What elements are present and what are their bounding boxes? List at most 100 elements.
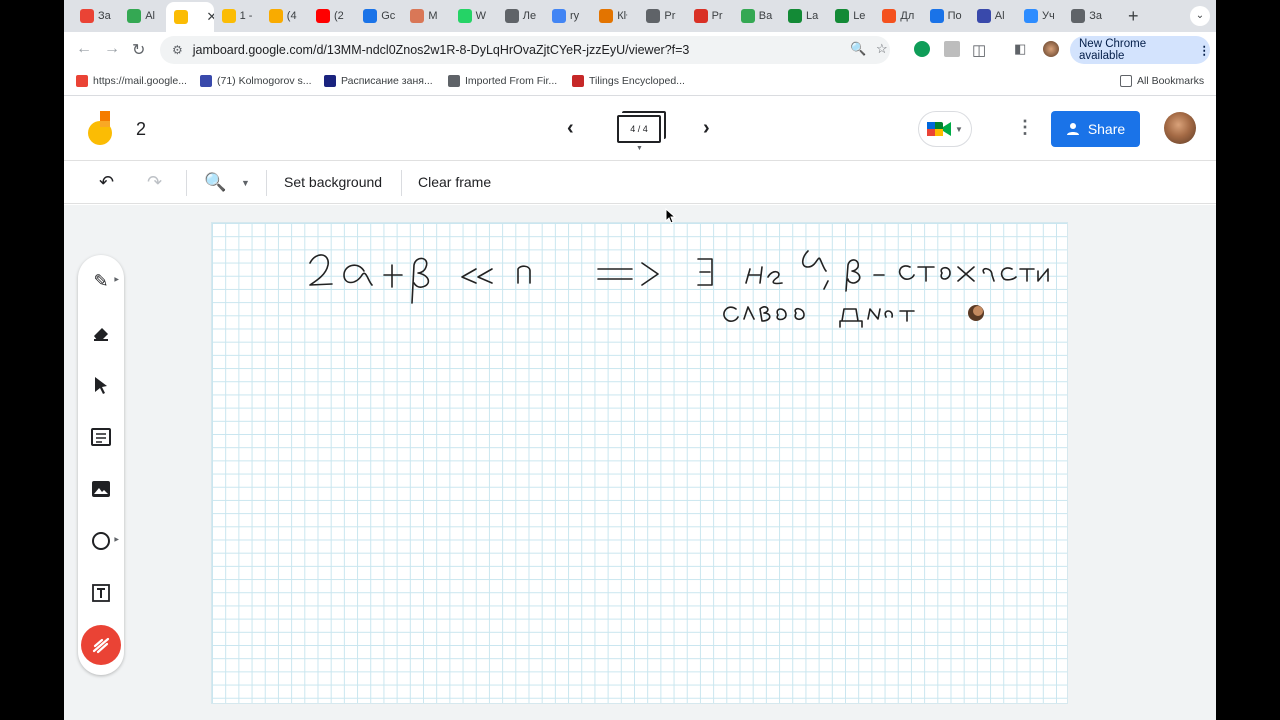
browser-tab[interactable]: Дл	[874, 4, 921, 28]
next-frame-button[interactable]: ›	[703, 117, 710, 140]
sticky-note-icon	[91, 428, 111, 446]
browser-tab[interactable]: За	[1063, 4, 1110, 28]
drive-icon	[127, 9, 142, 23]
bookmark-item[interactable]: Tilings Encycloped...	[572, 75, 685, 87]
zoom-in-icon[interactable]: 🔍	[204, 172, 226, 193]
clear-frame-button[interactable]: Clear frame	[418, 174, 491, 190]
image-tool[interactable]	[86, 474, 116, 504]
divider	[401, 170, 402, 196]
bookmark-item[interactable]: Imported From Fir...	[448, 75, 557, 87]
gmail-icon	[80, 9, 94, 23]
acrobat-icon	[693, 9, 708, 23]
redo-icon[interactable]: ↷	[147, 172, 162, 193]
browser-tab[interactable]: (4	[261, 4, 308, 28]
all-bookmarks-button[interactable]: All Bookmarks	[1120, 75, 1204, 87]
previous-frame-button[interactable]: ‹	[567, 117, 574, 140]
select-icon	[95, 377, 107, 394]
browser-tab[interactable]: По	[922, 4, 969, 28]
image-icon	[92, 481, 110, 497]
account-avatar[interactable]	[1164, 112, 1196, 144]
new-tab-button[interactable]: +	[1128, 6, 1139, 27]
url-text: jamboard.google.com/d/13MM-ndcl0Znos2w1R…	[192, 43, 690, 57]
jam-title[interactable]: 2	[136, 119, 146, 140]
bookmark-item[interactable]: (71) Kolmogorov s...	[200, 75, 312, 87]
laser-tool[interactable]	[81, 625, 121, 665]
browser-tab[interactable]: W	[450, 4, 497, 28]
meet-icon	[927, 122, 952, 136]
side-panel-icon[interactable]: ◧	[1014, 41, 1026, 57]
reload-button[interactable]: ↻	[132, 40, 145, 60]
profile-avatar[interactable]	[1043, 41, 1059, 57]
text-box-tool[interactable]	[86, 578, 116, 608]
bookmark-item[interactable]: Расписание заня...	[324, 75, 433, 87]
jam-frame[interactable]	[211, 222, 1068, 704]
grammarly-extension-icon[interactable]	[914, 41, 930, 57]
browser-tab[interactable]: Кŀ	[591, 4, 638, 28]
tab-search-button[interactable]: ⌄	[1190, 6, 1210, 26]
set-background-button[interactable]: Set background	[284, 174, 382, 190]
extensions-puzzle-icon[interactable]: ◫	[972, 41, 986, 59]
globe-icon	[1071, 9, 1086, 23]
new-chrome-label: New Chrome available	[1079, 38, 1147, 62]
site-info-icon[interactable]: ⚙	[172, 43, 183, 57]
tab-label: Gc	[381, 10, 396, 22]
onec-icon	[268, 9, 283, 23]
pen-tool[interactable]: ✎ ▶	[86, 266, 119, 296]
share-button[interactable]: Share	[1051, 111, 1140, 147]
back-button[interactable]: ←	[76, 40, 92, 58]
forward-button[interactable]: →	[104, 40, 120, 58]
tab-label: Al	[145, 10, 155, 22]
close-icon[interactable]: ✕	[206, 9, 213, 25]
tool-palette: ✎ ▶ ▶	[78, 255, 124, 675]
browser-tab[interactable]: Ba	[733, 4, 780, 28]
shape-tool[interactable]: ▶	[86, 526, 119, 556]
more-options-icon[interactable]: ⋮	[1016, 117, 1034, 138]
tab-strip: За Al ✕ 1 - (4 (2 Gc M W Ле ry Кŀ Pr Pr Ba La Le Дл По Al Уч…	[64, 0, 1216, 32]
claude-icon	[410, 9, 425, 23]
browser-tab[interactable]: Pr	[638, 4, 685, 28]
tab-label: 1 -	[239, 10, 253, 22]
chevron-down-icon[interactable]: ▼	[636, 145, 643, 152]
tab-label: M	[428, 10, 438, 22]
puzzle-icon	[976, 9, 991, 23]
tab-label: ry	[570, 10, 580, 22]
jamboard-logo-icon[interactable]	[88, 111, 114, 147]
chevron-right-icon: ▶	[114, 277, 119, 283]
mouse-cursor-icon	[665, 208, 677, 224]
browser-tab[interactable]: ✕	[166, 2, 214, 32]
select-tool[interactable]	[86, 370, 116, 400]
browser-tab[interactable]: Pr	[686, 4, 733, 28]
bookmark-label: Расписание заня...	[341, 75, 433, 87]
circle-icon	[92, 532, 110, 550]
browser-tab[interactable]: (2	[308, 4, 355, 28]
frame-indicator[interactable]: 4 / 4	[617, 115, 661, 143]
browser-tab[interactable]: La	[780, 4, 827, 28]
undo-icon[interactable]: ↶	[99, 172, 114, 193]
browser-tab[interactable]: M	[402, 4, 449, 28]
browser-tab[interactable]: За	[72, 4, 119, 28]
zoom-dropdown-icon[interactable]: ▼	[241, 178, 250, 188]
browser-tab[interactable]: ry	[544, 4, 591, 28]
browser-tab[interactable]: Gc	[355, 4, 402, 28]
laser-icon	[92, 637, 110, 654]
chevron-down-icon: ▼	[955, 124, 963, 134]
browser-tab[interactable]: Уч	[1016, 4, 1063, 28]
new-chrome-available-button[interactable]: New Chrome available ⋮	[1070, 36, 1210, 64]
browser-tab[interactable]: Al	[969, 4, 1016, 28]
bookmark-star-icon[interactable]: ☆	[876, 41, 888, 57]
browser-tab[interactable]: Le	[827, 4, 874, 28]
extension-icon[interactable]	[944, 41, 960, 57]
browser-tab[interactable]: Ле	[497, 4, 544, 28]
eraser-tool[interactable]	[86, 318, 116, 348]
overleaf-icon	[788, 9, 802, 23]
address-bar[interactable]: ⚙ jamboard.google.com/d/13MM-ndcl0Znos2w…	[160, 36, 890, 64]
bookmark-item[interactable]: https://mail.google...	[76, 75, 187, 87]
browser-tab[interactable]: 1 -	[214, 4, 261, 28]
meet-button[interactable]: ▼	[918, 111, 972, 147]
globe-icon	[646, 9, 661, 23]
browser-tab[interactable]: Al	[119, 4, 166, 28]
zoom-icon[interactable]: 🔍	[850, 41, 866, 57]
bookmark-label: https://mail.google...	[93, 75, 187, 87]
sticky-note-tool[interactable]	[86, 422, 116, 452]
eraser-icon	[94, 328, 108, 341]
